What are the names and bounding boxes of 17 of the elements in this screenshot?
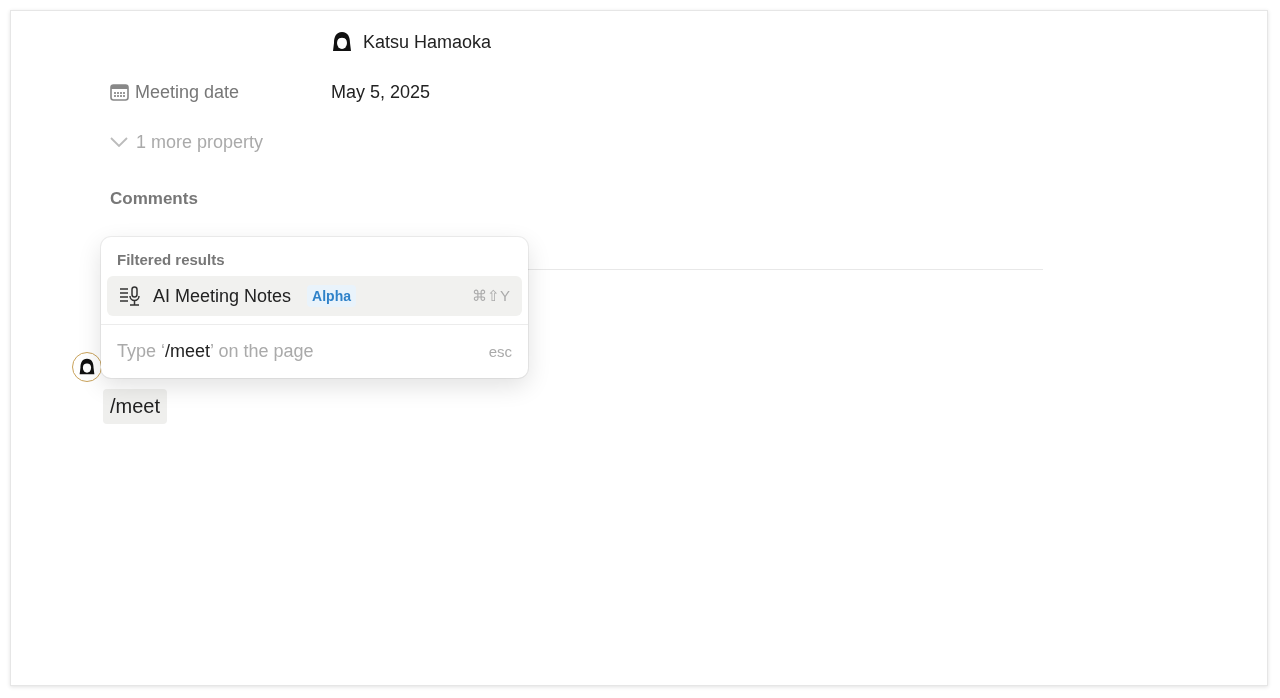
person-value[interactable]: Katsu Hamaoka <box>331 31 492 53</box>
person-avatar-icon <box>78 358 96 376</box>
chevron-down-icon <box>110 137 128 147</box>
type-on-page-hint[interactable]: Type ‘/meet’ on the page <box>117 341 314 362</box>
text-block[interactable]: /meet <box>103 389 168 424</box>
calendar-icon <box>110 83 129 101</box>
menu-item-label: AI Meeting Notes <box>153 285 292 307</box>
menu-item[interactable]: AI Meeting Notes Alpha ⌘⇧Y <box>107 276 522 316</box>
date-value[interactable]: May 5, 2025 <box>331 81 431 103</box>
keyboard-shortcut: ⌘⇧Y <box>472 287 510 305</box>
transcript-microphone-icon <box>119 286 143 306</box>
alpha-tag: Alpha <box>307 285 356 307</box>
menu-header: Filtered results <box>116 250 226 270</box>
person-avatar-icon <box>331 31 353 53</box>
comments-heading: Comments <box>110 189 199 209</box>
esc-hint: esc <box>488 343 512 360</box>
property-label: Meeting date <box>135 81 240 103</box>
